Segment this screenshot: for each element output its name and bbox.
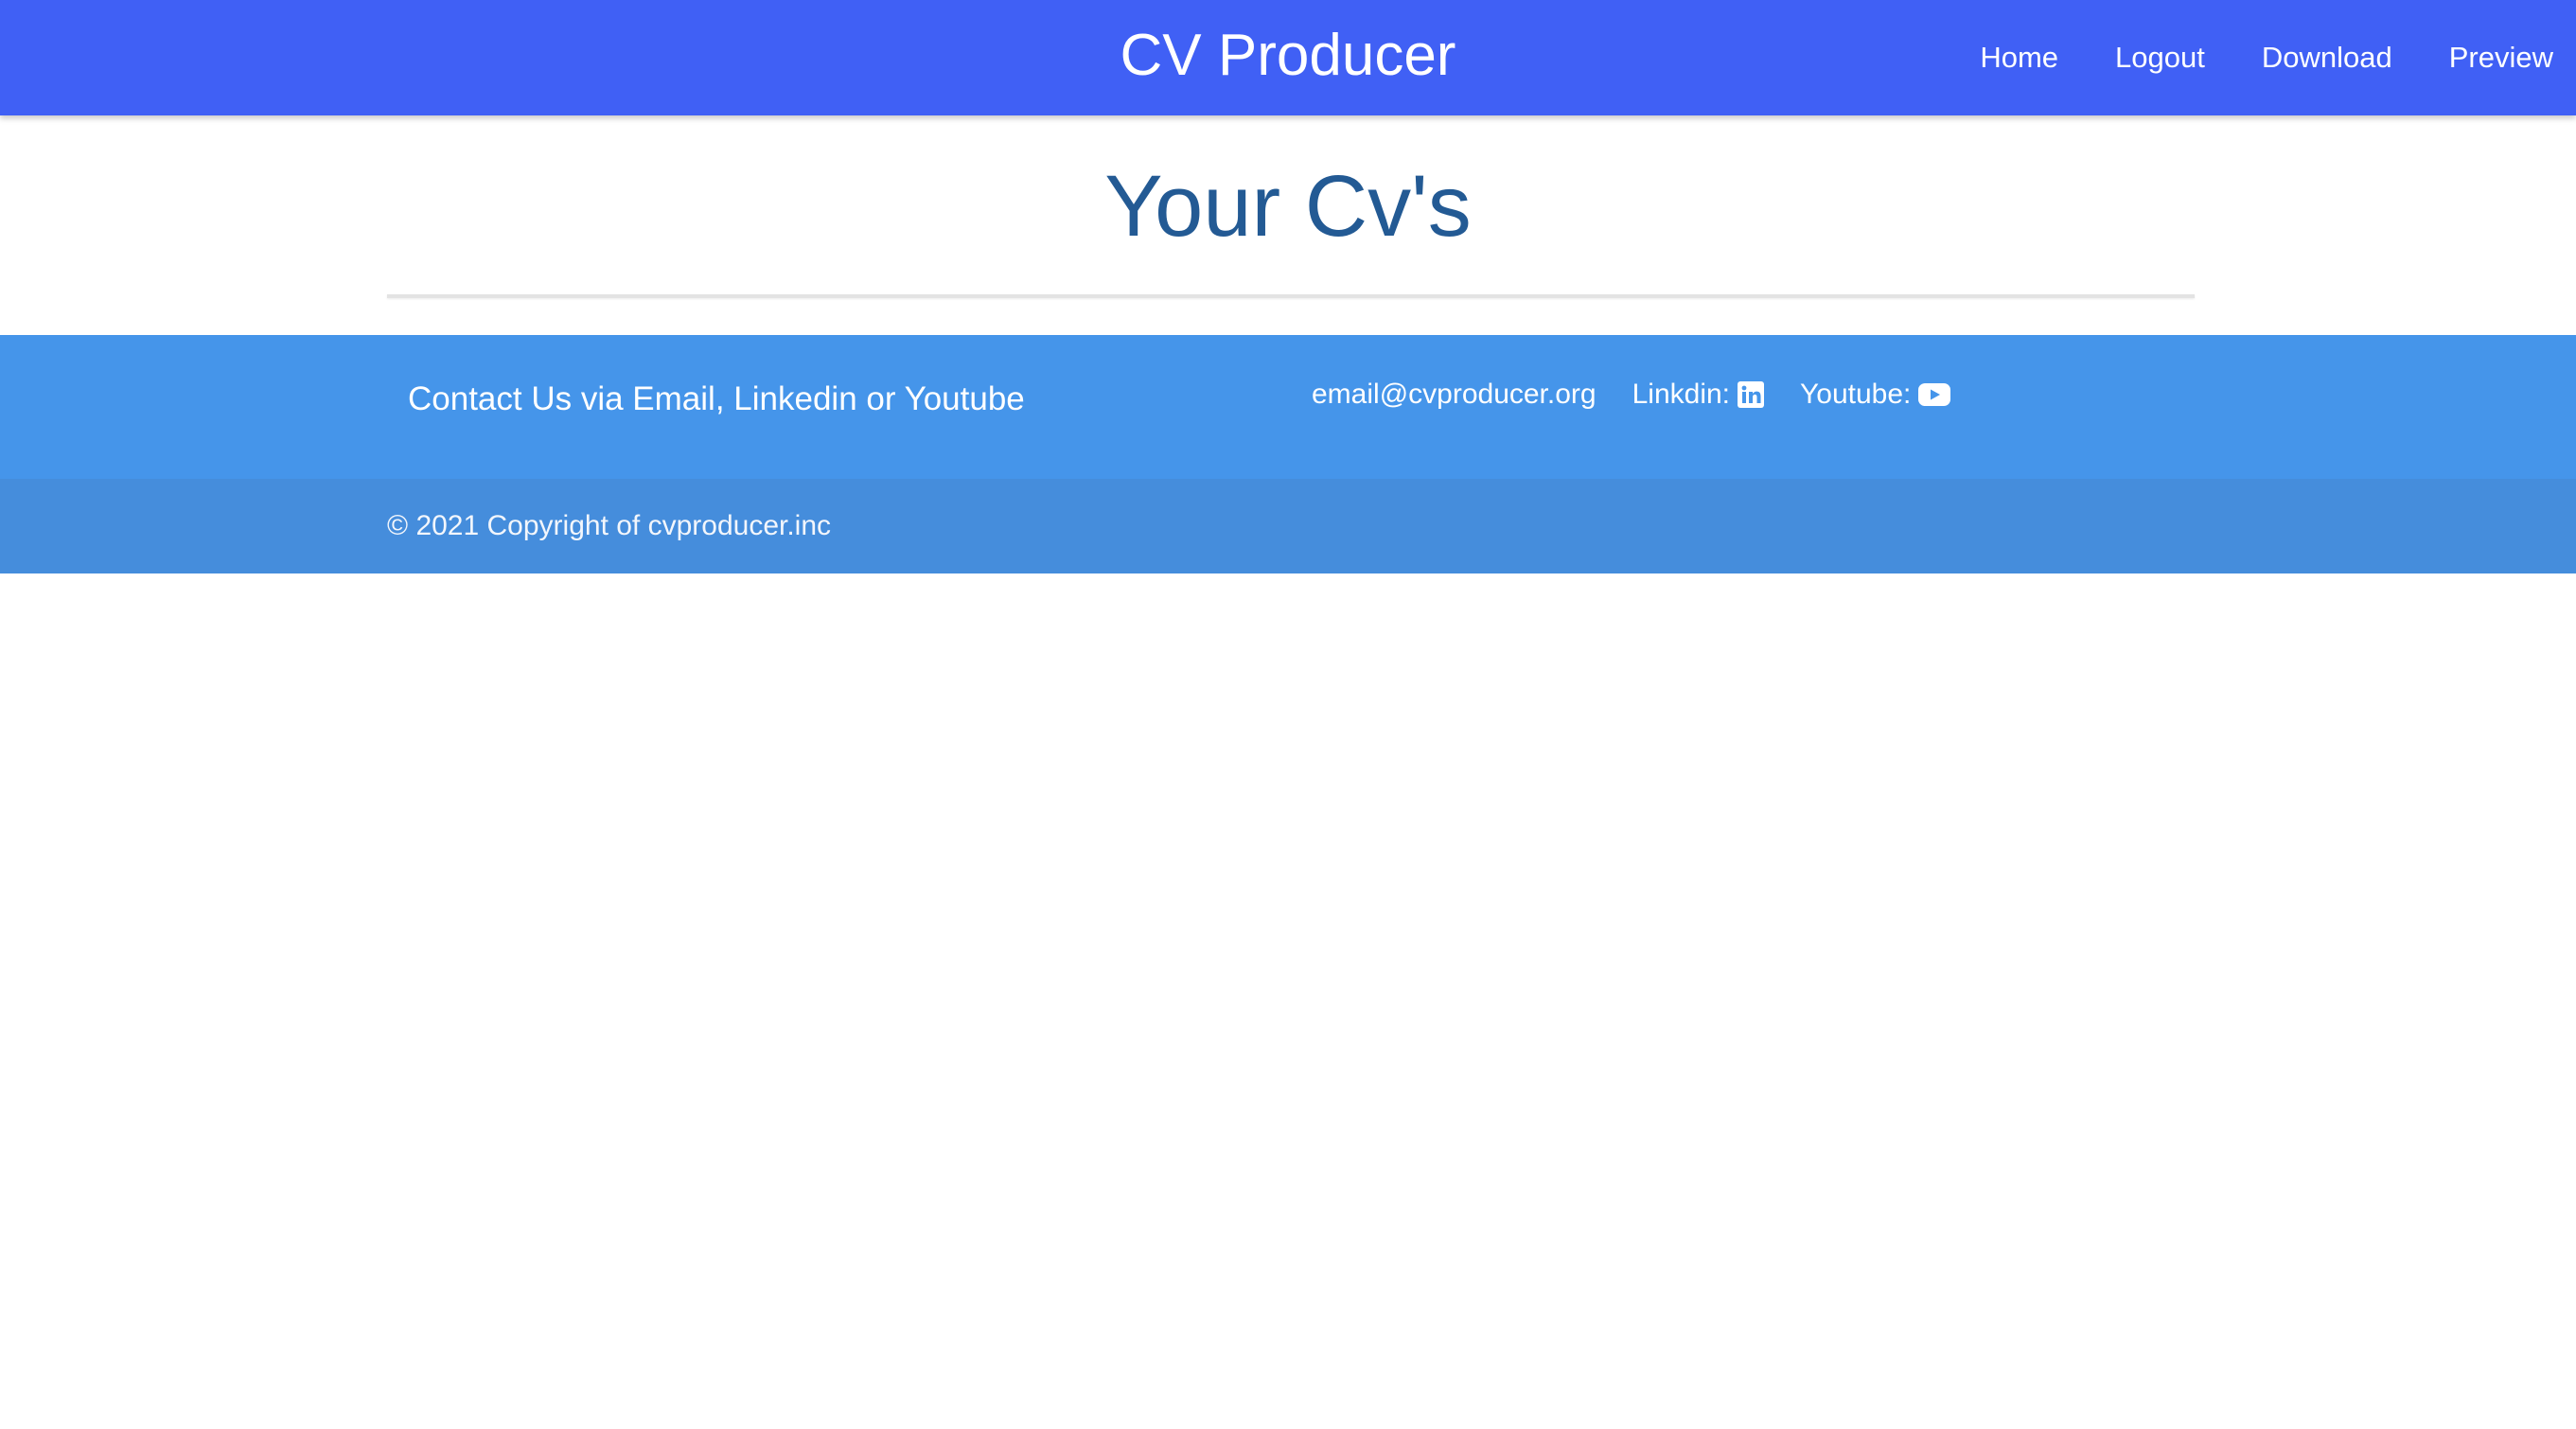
youtube-link[interactable]: Youtube: — [1800, 379, 1951, 411]
linkedin-icon — [1738, 381, 1764, 408]
contact-heading: Contact Us via Email, Linkedin or Youtub… — [408, 380, 1025, 417]
main-section: Your Cv's — [0, 115, 2576, 335]
footer: Contact Us via Email, Linkedin or Youtub… — [0, 335, 2576, 573]
email-link[interactable]: email@cvproducer.org — [1312, 379, 1597, 411]
brand-link[interactable]: CV Producer — [1120, 23, 1456, 88]
nav-download-link[interactable]: Download — [2262, 41, 2392, 75]
youtube-icon — [1918, 381, 1951, 408]
contact-links: email@cvproducer.org Linkdin: Youtube: — [1312, 379, 1986, 411]
footer-copyright-bar: © 2021 Copyright of cvproducer.inc — [0, 479, 2576, 573]
navbar: CV Producer Home Logout Download Preview — [0, 0, 2576, 115]
footer-contact-area: Contact Us via Email, Linkedin or Youtub… — [0, 335, 2576, 479]
linkedin-link[interactable]: Linkdin: — [1632, 379, 1764, 411]
nav-home-link[interactable]: Home — [1980, 41, 2058, 75]
divider — [387, 294, 2195, 298]
nav-links: Home Logout Download Preview — [1923, 0, 2553, 115]
copyright-text: © 2021 Copyright of cvproducer.inc — [387, 510, 832, 541]
youtube-label: Youtube: — [1800, 379, 1912, 410]
page-title: Your Cv's — [1104, 158, 1472, 255]
nav-logout-link[interactable]: Logout — [2115, 41, 2205, 75]
nav-preview-link[interactable]: Preview — [2449, 41, 2553, 75]
linkedin-label: Linkdin: — [1632, 379, 1730, 410]
